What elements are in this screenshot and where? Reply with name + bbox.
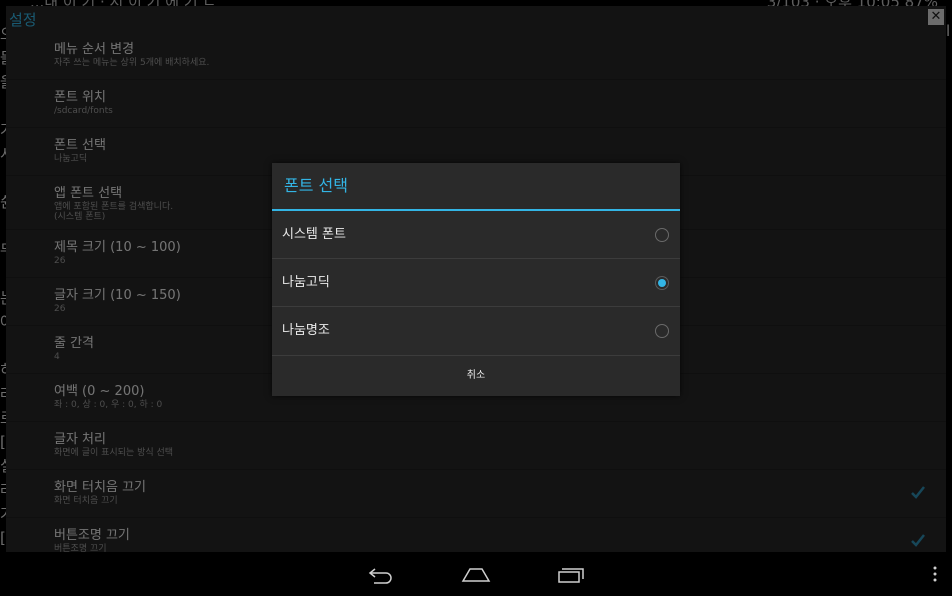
radio-unselected-icon[interactable] bbox=[655, 228, 669, 242]
dialog-title: 폰트 선택 bbox=[272, 163, 680, 211]
option-label: 나눔명조 bbox=[282, 323, 330, 338]
back-icon[interactable] bbox=[366, 564, 396, 584]
navigation-bar bbox=[0, 552, 952, 596]
overflow-menu-icon[interactable] bbox=[932, 566, 938, 582]
font-select-dialog: 폰트 선택 시스템 폰트 나눔고딕 나눔명조 취소 bbox=[272, 163, 680, 396]
home-icon[interactable] bbox=[461, 564, 491, 584]
cancel-button[interactable]: 취소 bbox=[272, 355, 680, 395]
dialog-option-nanum-myeongjo[interactable]: 나눔명조 bbox=[272, 307, 680, 355]
screen: ...내 이 기 · 시 이 기 에 기 ㄴ 3/103 · 오후 10:05 … bbox=[0, 0, 952, 596]
option-label: 나눔고딕 bbox=[282, 275, 330, 290]
dialog-option-nanum-gothic[interactable]: 나눔고딕 bbox=[272, 259, 680, 307]
radio-selected-icon[interactable] bbox=[655, 276, 669, 290]
radio-unselected-icon[interactable] bbox=[655, 324, 669, 338]
option-label: 시스템 폰트 bbox=[282, 227, 346, 242]
recent-apps-icon[interactable] bbox=[556, 564, 586, 584]
dialog-option-system-font[interactable]: 시스템 폰트 bbox=[272, 211, 680, 259]
